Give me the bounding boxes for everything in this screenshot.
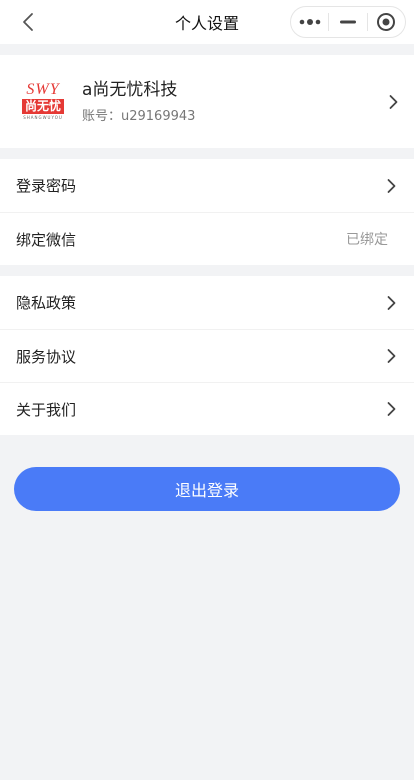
logo-swy-text: SWY <box>26 80 60 98</box>
account-security-section: 登录密码 绑定微信 已绑定 <box>0 159 414 265</box>
profile-account: 账号：u29169943 <box>82 108 196 124</box>
back-button[interactable] <box>16 10 40 34</box>
profile-card[interactable]: SWY 尚无忧 SHANGWUYOU a尚无忧科技 账号：u29169943 <box>0 55 414 148</box>
page-title: 个人设置 <box>174 14 239 33</box>
info-section: 隐私政策 服务协议 关于我们 <box>0 276 414 435</box>
chevron-left-icon <box>23 13 33 31</box>
login-password-label: 登录密码 <box>16 177 77 195</box>
profile-section: SWY 尚无忧 SHANGWUYOU a尚无忧科技 账号：u29169943 <box>0 55 414 148</box>
bind-wechat-row[interactable]: 绑定微信 已绑定 <box>0 212 414 265</box>
logout-container: 退出登录 <box>0 435 414 511</box>
chevron-right-icon <box>387 178 396 193</box>
logout-button[interactable]: 退出登录 <box>14 467 400 511</box>
more-button[interactable] <box>291 7 328 37</box>
privacy-policy-label: 隐私政策 <box>16 294 77 312</box>
chevron-right-icon <box>387 349 396 363</box>
bind-wechat-label: 绑定微信 <box>16 230 77 249</box>
about-us-label: 关于我们 <box>16 400 77 419</box>
bind-wechat-status: 已绑定 <box>346 232 388 248</box>
nav-bar: 个人设置 <box>0 0 414 44</box>
profile-name: a尚无忧科技 <box>82 79 178 100</box>
chevron-right-icon <box>387 295 396 310</box>
login-password-row[interactable]: 登录密码 <box>0 159 414 212</box>
company-logo: SWY 尚无忧 SHANGWUYOU <box>16 74 70 129</box>
service-agreement-row[interactable]: 服务协议 <box>0 329 414 382</box>
mini-program-capsule <box>290 6 406 38</box>
about-us-row[interactable]: 关于我们 <box>0 382 414 435</box>
chevron-right-icon <box>387 402 396 416</box>
privacy-policy-row[interactable]: 隐私政策 <box>0 276 414 329</box>
more-dots-icon <box>299 19 320 25</box>
chevron-right-icon <box>389 94 398 109</box>
target-circle-icon <box>377 13 396 31</box>
close-mini-program-button[interactable] <box>368 7 405 37</box>
minimize-button[interactable] <box>329 7 366 37</box>
service-agreement-label: 服务协议 <box>16 347 77 366</box>
minimize-icon <box>339 20 356 24</box>
logo-subtitle: SHANGWUYOU <box>23 114 63 120</box>
profile-info: a尚无忧科技 账号：u29169943 <box>82 78 398 126</box>
logo-brand-text: 尚无忧 <box>21 98 64 114</box>
